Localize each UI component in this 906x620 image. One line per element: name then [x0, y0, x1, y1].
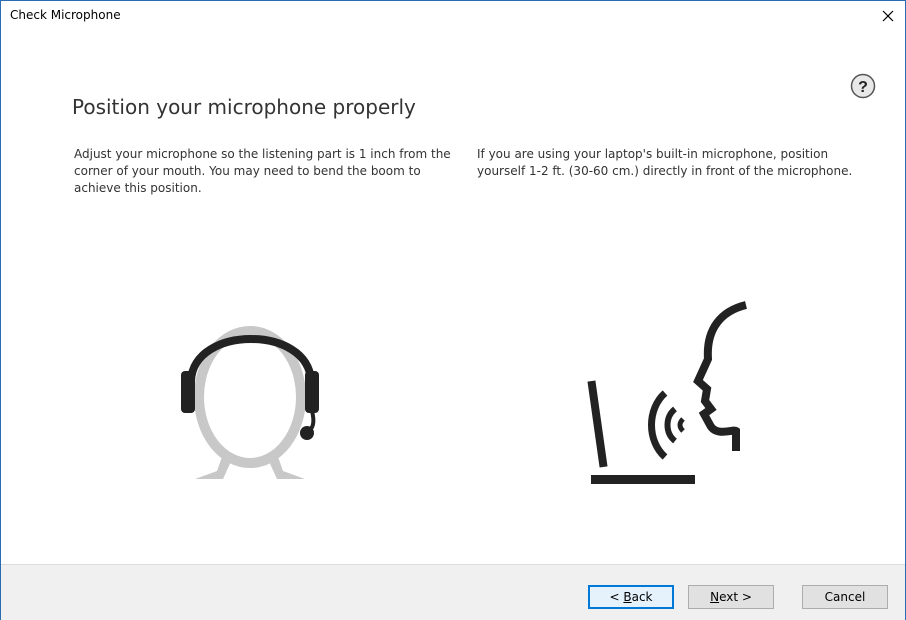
close-button[interactable] [871, 1, 905, 31]
button-bar: < Back Next > Cancel [1, 564, 905, 620]
page-heading: Position your microphone properly [72, 95, 416, 119]
next-label-accel: N [710, 590, 720, 604]
next-label-rest: ext > [719, 590, 752, 604]
svg-text:?: ? [858, 79, 868, 96]
back-label-accel: B [623, 590, 632, 604]
laptop-instructions: If you are using your laptop's built-in … [477, 147, 853, 178]
cancel-button[interactable]: Cancel [802, 585, 888, 609]
help-icon: ? [850, 73, 876, 99]
help-button[interactable]: ? [850, 73, 876, 99]
back-label-prefix: < [609, 590, 624, 604]
close-icon [882, 10, 894, 22]
headset-person-icon [181, 326, 319, 479]
next-button[interactable]: Next > [688, 585, 774, 609]
window-title: Check Microphone [10, 8, 121, 22]
back-label-rest: ack [631, 590, 653, 604]
title-bar: Check Microphone [1, 1, 905, 31]
laptop-speaking-icon [587, 301, 748, 484]
check-microphone-dialog: Check Microphone ? Position your microph… [0, 0, 906, 620]
headset-instructions: Adjust your microphone so the listening … [74, 147, 451, 195]
back-button[interactable]: < Back [588, 585, 674, 609]
